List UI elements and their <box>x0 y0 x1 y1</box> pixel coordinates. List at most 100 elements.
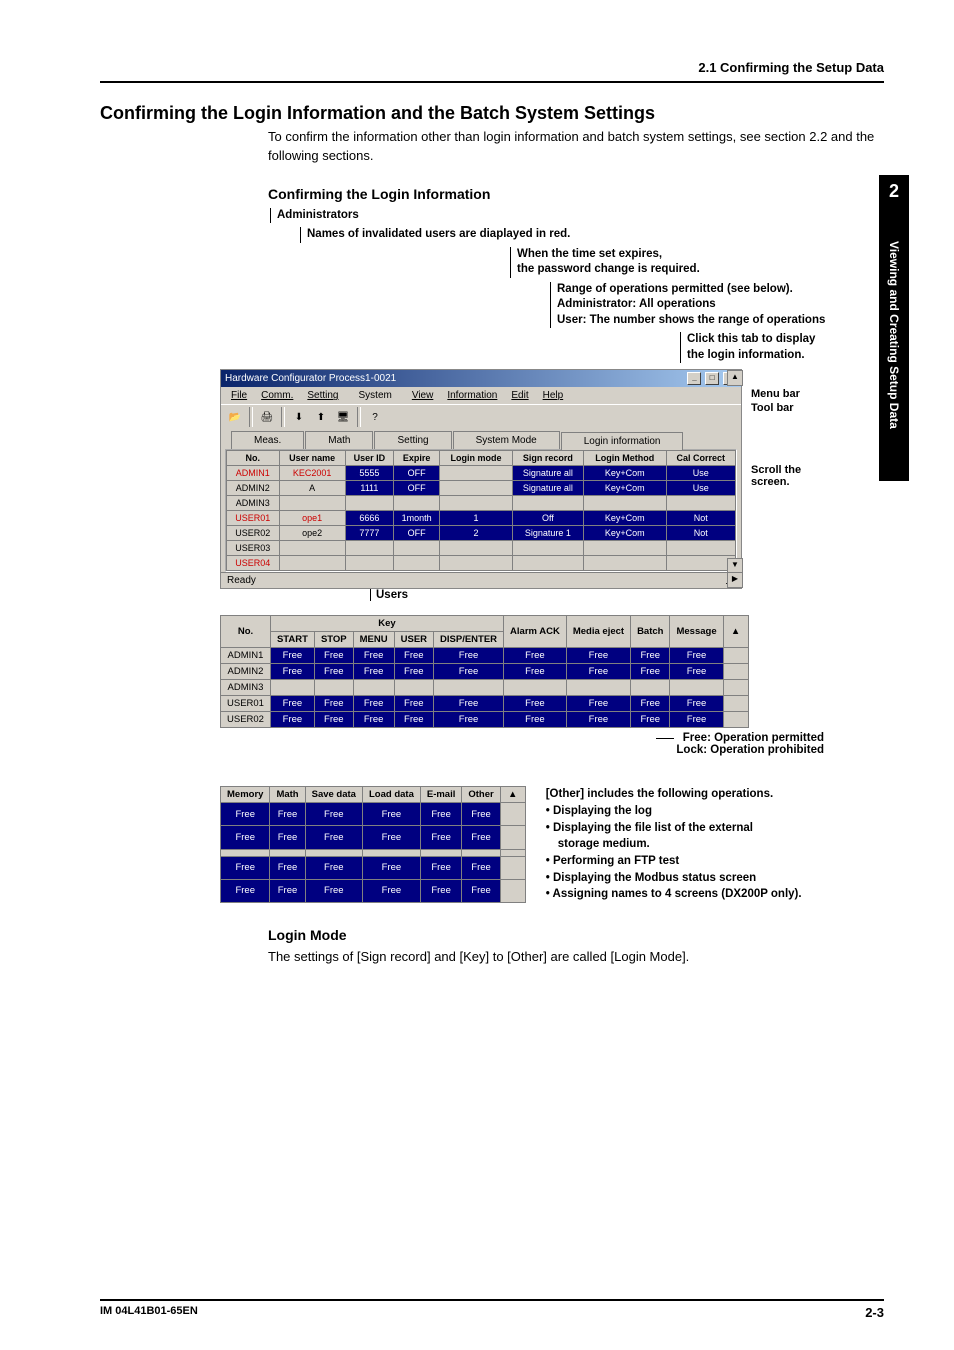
cell[interactable] <box>279 541 345 556</box>
tab-systemmode[interactable]: System Mode <box>453 431 560 449</box>
cell[interactable]: Free <box>270 648 314 664</box>
cell[interactable]: Free <box>504 664 567 680</box>
cell[interactable]: Free <box>221 879 270 902</box>
cell[interactable]: Free <box>270 856 305 879</box>
cell[interactable]: Free <box>434 664 504 680</box>
scroll-up-icon[interactable]: ▲ <box>723 616 748 648</box>
cell[interactable]: 1 <box>440 511 513 526</box>
cell[interactable]: Free <box>670 648 723 664</box>
cell[interactable]: Free <box>305 879 362 902</box>
table-row[interactable]: USER02ope27777OFF2Signature 1Key+ComNot <box>227 526 736 541</box>
table-row[interactable]: ADMIN2A1111OFFSignature allKey+ComUse <box>227 481 736 496</box>
cell[interactable]: Free <box>504 696 567 712</box>
cell[interactable]: Signature 1 <box>512 526 583 541</box>
cell[interactable] <box>393 496 439 511</box>
table-row[interactable] <box>221 849 526 856</box>
cell[interactable]: USER01 <box>221 696 271 712</box>
table-row[interactable]: ADMIN3 <box>221 680 749 696</box>
cell[interactable]: Free <box>362 826 420 849</box>
cell[interactable]: Free <box>670 664 723 680</box>
cell[interactable] <box>440 466 513 481</box>
table-row[interactable]: USER01FreeFreeFreeFreeFreeFreeFreeFreeFr… <box>221 696 749 712</box>
cell[interactable]: Use <box>666 466 735 481</box>
table-row[interactable]: USER03 <box>227 541 736 556</box>
cell[interactable] <box>221 849 270 856</box>
cell[interactable] <box>566 680 630 696</box>
cell[interactable]: Free <box>420 879 462 902</box>
cell[interactable]: Free <box>270 803 305 826</box>
cell[interactable]: Free <box>305 856 362 879</box>
cell[interactable] <box>440 541 513 556</box>
cell[interactable]: Free <box>353 648 394 664</box>
cell[interactable] <box>584 541 666 556</box>
cell[interactable]: Free <box>566 712 630 728</box>
cell[interactable]: A <box>279 481 345 496</box>
cell[interactable]: Free <box>305 803 362 826</box>
cell[interactable]: Free <box>270 826 305 849</box>
table-row[interactable]: FreeFreeFreeFreeFreeFree <box>221 856 526 879</box>
cell[interactable] <box>314 680 353 696</box>
menu-file[interactable]: File <box>225 389 253 402</box>
cell[interactable] <box>270 680 314 696</box>
cell[interactable]: ope2 <box>279 526 345 541</box>
cell[interactable] <box>584 496 666 511</box>
cell[interactable]: Not <box>666 511 735 526</box>
minimize-button[interactable]: _ <box>687 372 701 385</box>
cell[interactable] <box>631 680 670 696</box>
cell[interactable]: Free <box>566 648 630 664</box>
table-row[interactable]: ADMIN2FreeFreeFreeFreeFreeFreeFreeFreeFr… <box>221 664 749 680</box>
menu-view[interactable]: View <box>406 389 440 402</box>
cell[interactable] <box>670 680 723 696</box>
cell[interactable]: Free <box>314 648 353 664</box>
cell[interactable]: 1month <box>393 511 439 526</box>
tab-logininfo[interactable]: Login information <box>561 432 684 450</box>
cell[interactable] <box>504 680 567 696</box>
toolbar-help-icon[interactable]: ? <box>365 407 385 427</box>
cell[interactable]: Free <box>434 712 504 728</box>
cell[interactable] <box>345 541 393 556</box>
cell[interactable]: Free <box>504 648 567 664</box>
cell[interactable]: Free <box>462 879 500 902</box>
cell[interactable]: Free <box>420 826 462 849</box>
login-table[interactable]: No. User name User ID Expire Login mode … <box>226 450 736 571</box>
tab-meas[interactable]: Meas. <box>231 431 304 449</box>
cell[interactable]: ADMIN3 <box>227 496 280 511</box>
cell[interactable]: Free <box>353 696 394 712</box>
cell[interactable] <box>420 849 462 856</box>
cell[interactable]: Key+Com <box>584 526 666 541</box>
menubar[interactable]: File Comm. Setting System View Informati… <box>221 387 741 404</box>
cell[interactable]: Key+Com <box>584 511 666 526</box>
table-row[interactable]: FreeFreeFreeFreeFreeFree <box>221 826 526 849</box>
cell[interactable]: ADMIN2 <box>227 481 280 496</box>
table-row[interactable]: ADMIN1KEC20015555OFFSignature allKey+Com… <box>227 466 736 481</box>
cell[interactable] <box>666 496 735 511</box>
memory-table[interactable]: Memory Math Save data Load data E-mail O… <box>220 786 526 903</box>
cell[interactable]: Signature all <box>512 481 583 496</box>
cell[interactable]: USER02 <box>221 712 271 728</box>
cell[interactable] <box>462 849 500 856</box>
table-row[interactable]: USER02FreeFreeFreeFreeFreeFreeFreeFreeFr… <box>221 712 749 728</box>
login-grid[interactable]: ▲ No. User name User ID Expire Login mod… <box>225 449 737 572</box>
toolbar[interactable]: 📂 🖨 ⬇ ⬆ 🖥 ? <box>221 404 741 429</box>
cell[interactable]: OFF <box>393 481 439 496</box>
cell[interactable]: Use <box>666 481 735 496</box>
table-row[interactable]: FreeFreeFreeFreeFreeFree <box>221 879 526 902</box>
scroll-up-icon[interactable]: ▲ <box>500 787 525 803</box>
table-row[interactable]: ADMIN1FreeFreeFreeFreeFreeFreeFreeFreeFr… <box>221 648 749 664</box>
cell[interactable]: Free <box>462 803 500 826</box>
cell[interactable]: Free <box>362 803 420 826</box>
menu-help[interactable]: Help <box>537 389 570 402</box>
cell[interactable]: Free <box>305 826 362 849</box>
cell[interactable] <box>512 541 583 556</box>
scroll-up-icon[interactable]: ▲ <box>727 370 743 386</box>
cell[interactable] <box>279 496 345 511</box>
cell[interactable]: Free <box>314 696 353 712</box>
menu-comm[interactable]: Comm. <box>255 389 299 402</box>
cell[interactable] <box>666 541 735 556</box>
cell[interactable]: OFF <box>393 526 439 541</box>
cell[interactable]: Free <box>221 856 270 879</box>
toolbar-open-icon[interactable]: 📂 <box>225 407 245 427</box>
cell[interactable] <box>434 680 504 696</box>
cell[interactable]: Free <box>631 648 670 664</box>
menu-system[interactable]: System <box>347 389 404 402</box>
